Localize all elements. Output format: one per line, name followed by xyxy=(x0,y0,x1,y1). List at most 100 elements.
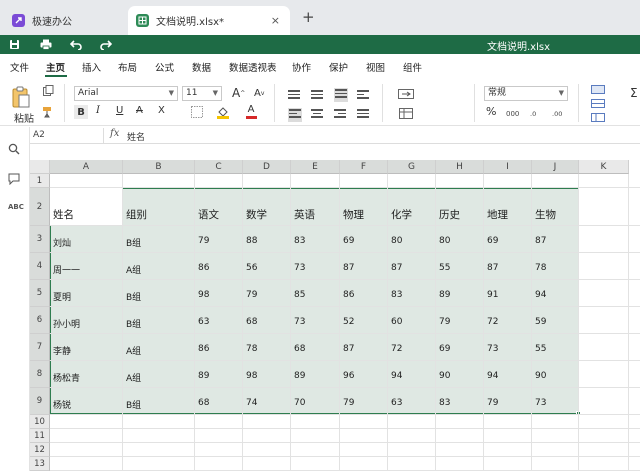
data-cell[interactable]: 91 xyxy=(487,290,498,300)
row-header-12[interactable]: 12 xyxy=(30,443,50,457)
number-format-select[interactable]: 常规 ▼ xyxy=(484,86,568,101)
data-cell[interactable]: 73 xyxy=(535,398,546,408)
menu-components[interactable]: 组件 xyxy=(403,60,422,74)
data-cell[interactable]: 68 xyxy=(246,317,257,327)
header-cell[interactable]: 数学 xyxy=(246,207,267,222)
data-cell[interactable]: 73 xyxy=(487,344,498,354)
data-cell[interactable]: 86 xyxy=(198,344,209,354)
data-cell[interactable]: 59 xyxy=(535,317,546,327)
formula-input[interactable]: 姓名 xyxy=(127,130,145,143)
fx-icon[interactable]: fx xyxy=(110,128,119,139)
header-cell[interactable]: 语文 xyxy=(198,207,219,222)
merge-cells-icon[interactable] xyxy=(398,88,414,100)
data-cell[interactable]: 63 xyxy=(391,398,402,408)
data-cell[interactable]: 周一一 xyxy=(53,263,80,276)
data-cell[interactable]: 杨锐 xyxy=(53,398,71,411)
data-cell[interactable]: 88 xyxy=(246,236,257,246)
data-cell[interactable]: 55 xyxy=(439,263,450,273)
row-header-2[interactable]: 2 xyxy=(30,188,50,226)
data-cell[interactable]: 79 xyxy=(439,317,450,327)
underline-button[interactable]: U xyxy=(116,105,123,116)
data-cell[interactable]: 79 xyxy=(487,398,498,408)
align-center-icon[interactable] xyxy=(311,109,323,119)
data-cell[interactable]: 87 xyxy=(343,344,354,354)
data-cell[interactable]: 夏明 xyxy=(53,290,71,303)
row-header-8[interactable]: 8 xyxy=(30,361,50,388)
data-cell[interactable]: 96 xyxy=(343,371,354,381)
spreadsheet-grid[interactable]: A B C D E F G H I J K 1 2 3 4 5 6 7 8 9 10 11 12 13 姓名 组别 语文 数学 英语 物理… xyxy=(30,160,640,471)
conditional-format-icon[interactable] xyxy=(590,84,606,94)
search-icon[interactable] xyxy=(8,143,20,158)
spellcheck-icon[interactable]: ABC xyxy=(8,203,24,211)
insert-table-icon[interactable] xyxy=(398,107,414,119)
undo-icon[interactable] xyxy=(69,37,82,54)
data-cell[interactable]: 86 xyxy=(343,290,354,300)
row-header-6[interactable]: 6 xyxy=(30,307,50,334)
header-cell[interactable]: 化学 xyxy=(391,207,412,222)
data-cell[interactable]: 74 xyxy=(246,398,257,408)
data-cell[interactable]: B组 xyxy=(126,398,141,411)
row-header-4[interactable]: 4 xyxy=(30,253,50,280)
row-header-7[interactable]: 7 xyxy=(30,334,50,361)
data-cell[interactable]: 69 xyxy=(439,344,450,354)
cell-styles-icon[interactable] xyxy=(590,112,606,122)
row-header-9[interactable]: 9 xyxy=(30,388,50,415)
column-header-d[interactable]: D xyxy=(243,160,291,174)
save-icon[interactable] xyxy=(9,37,20,54)
column-header-e[interactable]: E xyxy=(291,160,340,174)
data-cell[interactable]: 72 xyxy=(487,317,498,327)
column-header-i[interactable]: I xyxy=(484,160,532,174)
align-bottom-icon[interactable] xyxy=(334,88,348,102)
data-cell[interactable]: 68 xyxy=(198,398,209,408)
data-cell[interactable]: 86 xyxy=(198,263,209,273)
menu-file[interactable]: 文件 xyxy=(10,60,29,74)
copy-icon[interactable] xyxy=(42,84,54,96)
menu-formula[interactable]: 公式 xyxy=(155,60,174,74)
row-header-11[interactable]: 11 xyxy=(30,429,50,443)
column-header-f[interactable]: F xyxy=(340,160,388,174)
increase-decimal-icon[interactable]: .0 xyxy=(530,107,544,119)
close-tab-icon[interactable]: × xyxy=(271,14,280,27)
data-cell[interactable]: 78 xyxy=(246,344,257,354)
data-cell[interactable]: 68 xyxy=(294,344,305,354)
thousands-separator-icon[interactable]: 000 xyxy=(506,107,520,119)
data-cell[interactable]: 69 xyxy=(487,236,498,246)
align-top-icon[interactable] xyxy=(288,90,300,100)
select-all-corner[interactable] xyxy=(30,160,50,174)
bold-button[interactable]: B xyxy=(74,105,88,119)
column-header-b[interactable]: B xyxy=(123,160,195,174)
data-cell[interactable]: B组 xyxy=(126,236,141,249)
data-cell[interactable]: 70 xyxy=(294,398,305,408)
menu-data[interactable]: 数据 xyxy=(192,60,211,74)
menu-pivot-table[interactable]: 数据透视表 xyxy=(229,60,277,74)
row-header-3[interactable]: 3 xyxy=(30,226,50,253)
data-cell[interactable]: 孙小明 xyxy=(53,317,80,330)
data-cell[interactable]: 80 xyxy=(439,236,450,246)
column-header-k[interactable]: K xyxy=(579,160,629,174)
header-cell[interactable]: 地理 xyxy=(487,207,508,222)
data-cell[interactable]: 87 xyxy=(487,263,498,273)
menu-home[interactable]: 主页 xyxy=(46,60,65,74)
data-cell[interactable]: 89 xyxy=(198,371,209,381)
data-cell[interactable]: 89 xyxy=(294,371,305,381)
data-cell[interactable]: A组 xyxy=(126,371,141,384)
autosum-button[interactable]: Σ xyxy=(630,86,638,100)
data-cell[interactable]: 56 xyxy=(246,263,257,273)
data-cell[interactable]: 69 xyxy=(343,236,354,246)
column-header-j[interactable]: J xyxy=(532,160,579,174)
data-cell[interactable]: 63 xyxy=(198,317,209,327)
data-cell[interactable]: 73 xyxy=(294,263,305,273)
redo-icon[interactable] xyxy=(100,37,113,54)
fill-color-icon[interactable] xyxy=(216,105,230,119)
data-cell[interactable]: B组 xyxy=(126,317,141,330)
data-cell[interactable]: 83 xyxy=(294,236,305,246)
data-cell[interactable]: 72 xyxy=(391,344,402,354)
grow-font-button[interactable]: A ^ xyxy=(232,86,245,100)
strikethrough-button[interactable]: A xyxy=(136,105,143,116)
menu-protect[interactable]: 保护 xyxy=(329,60,348,74)
superscript-button[interactable]: X xyxy=(158,105,165,116)
font-color-button[interactable]: A xyxy=(244,103,258,119)
row-header-10[interactable]: 10 xyxy=(30,415,50,429)
data-cell[interactable]: B组 xyxy=(126,290,141,303)
header-cell[interactable]: 姓名 xyxy=(53,207,74,222)
